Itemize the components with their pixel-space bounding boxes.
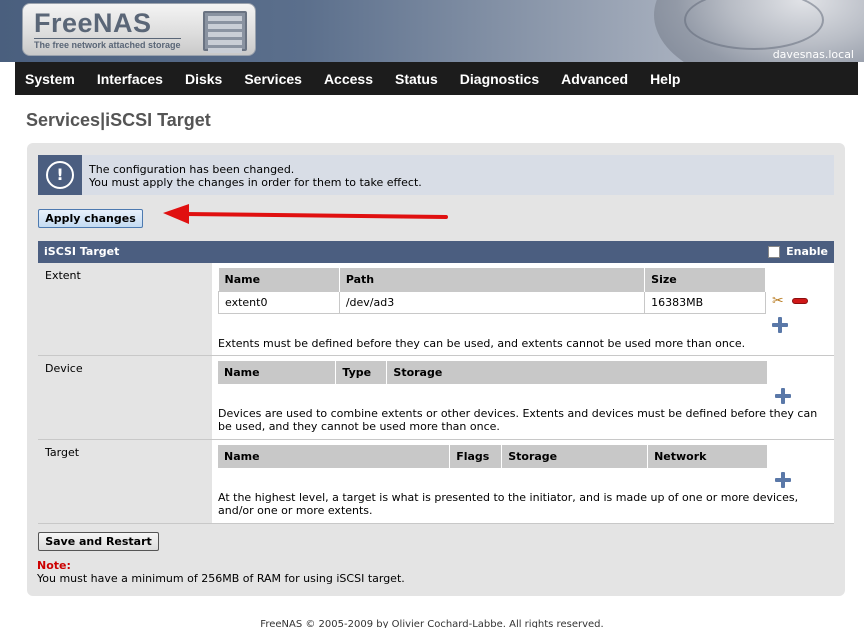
notice-line-1: The configuration has been changed.	[89, 163, 295, 176]
exclamation-circle-icon: !	[46, 161, 74, 189]
target-table: Name Flags Storage Network	[218, 445, 768, 468]
extent-label: Extent	[38, 263, 212, 355]
freenas-logo[interactable]: FreeNAS The free network attached storag…	[22, 3, 256, 56]
target-label: Target	[38, 440, 212, 523]
enable-checkbox[interactable]	[768, 246, 781, 258]
logo-tagline: The free network attached storage	[34, 38, 181, 50]
table-row[interactable]: extent0 /dev/ad3 16383MB	[218, 290, 766, 314]
config-changed-notice: ! The configuration has been changed. Yo…	[38, 155, 834, 195]
iscsi-target-header: iSCSI Target Enable	[38, 241, 834, 263]
nav-help[interactable]: Help	[650, 71, 680, 87]
nav-diagnostics[interactable]: Diagnostics	[460, 71, 539, 87]
plus-icon[interactable]	[775, 472, 791, 488]
notice-icon-box: !	[38, 155, 82, 195]
hostname: davesnas.local	[772, 48, 854, 61]
column-header-path: Path	[339, 268, 646, 291]
note-text: You must have a minimum of 256MB of RAM …	[37, 572, 405, 585]
plus-icon[interactable]	[775, 388, 791, 404]
column-header-name: Name	[218, 445, 451, 468]
target-body: Name Flags Storage Network At the highes…	[212, 440, 834, 523]
target-section: Target Name Flags Storage Network At the…	[38, 440, 834, 524]
nav-advanced[interactable]: Advanced	[561, 71, 628, 87]
red-arrow-annotation	[163, 204, 448, 224]
nav-disks[interactable]: Disks	[185, 71, 222, 87]
nav-status[interactable]: Status	[395, 71, 438, 87]
notice-line-2: You must apply the changes in order for …	[89, 176, 422, 189]
minus-icon[interactable]	[792, 298, 808, 304]
iscsi-target-title: iSCSI Target	[44, 245, 120, 258]
save-and-restart-button[interactable]: Save and Restart	[38, 532, 159, 551]
device-section: Device Name Type Storage Devices are use…	[38, 356, 834, 440]
extent-path-cell: /dev/ad3	[338, 290, 646, 314]
device-body: Name Type Storage Devices are used to co…	[212, 356, 834, 439]
device-table: Name Type Storage	[218, 361, 768, 384]
extent-name-cell: extent0	[218, 290, 340, 314]
main-nav: System Interfaces Disks Services Access …	[15, 62, 858, 95]
apply-changes-button[interactable]: Apply changes	[38, 209, 143, 228]
footer-copyright: FreeNAS © 2005-2009 by Olivier Cochard-L…	[260, 619, 604, 628]
extent-table: Name Path Size extent0 /dev/ad3 16383MB	[218, 268, 766, 314]
column-header-flags: Flags	[449, 445, 503, 468]
enable-toggle[interactable]: Enable	[768, 244, 828, 258]
header: FreeNAS The free network attached storag…	[0, 0, 864, 62]
extent-section: Extent Name Path Size extent0 /dev/ad3 1…	[38, 263, 834, 356]
column-header-name: Name	[218, 268, 340, 291]
note-label: Note:	[37, 559, 71, 572]
device-table-header: Name Type Storage	[218, 361, 768, 384]
nav-services[interactable]: Services	[244, 71, 302, 87]
column-header-name: Name	[218, 361, 337, 384]
column-header-storage: Storage	[386, 361, 768, 384]
nav-access[interactable]: Access	[324, 71, 373, 87]
column-header-network: Network	[647, 445, 768, 468]
column-header-storage: Storage	[501, 445, 649, 468]
column-header-type: Type	[335, 361, 388, 384]
device-description: Devices are used to combine extents or o…	[218, 407, 818, 433]
edit-tools-icon[interactable]: ✂	[772, 293, 788, 309]
column-header-size: Size	[644, 268, 766, 291]
page-title: Services|iSCSI Target	[26, 110, 211, 130]
plus-icon[interactable]	[772, 317, 788, 333]
extent-table-header: Name Path Size	[218, 268, 766, 291]
device-label: Device	[38, 356, 212, 439]
extent-body: Name Path Size extent0 /dev/ad3 16383MB …	[212, 263, 834, 355]
extent-size-cell: 16383MB	[644, 290, 766, 314]
server-icon	[203, 11, 247, 53]
logo-name: FreeNAS	[34, 8, 152, 38]
extent-description: Extents must be defined before they can …	[218, 337, 746, 350]
nav-interfaces[interactable]: Interfaces	[97, 71, 163, 87]
target-description: At the highest level, a target is what i…	[218, 491, 799, 517]
target-table-header: Name Flags Storage Network	[218, 445, 768, 468]
nav-system[interactable]: System	[25, 71, 75, 87]
enable-label: Enable	[786, 244, 828, 258]
